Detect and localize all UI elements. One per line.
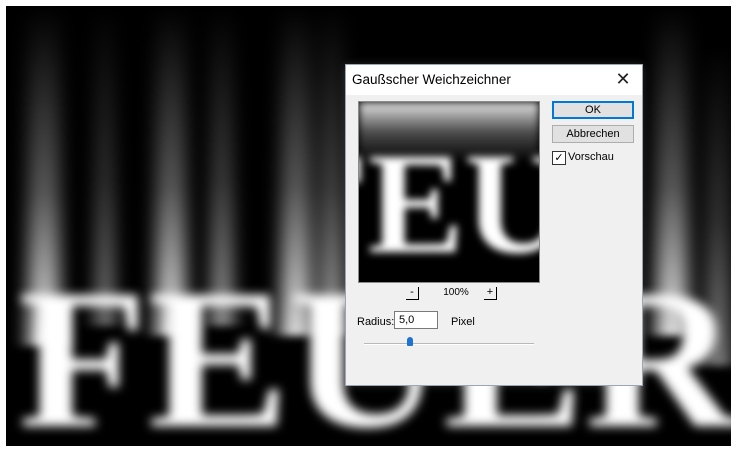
preview-text: FEUER	[359, 124, 539, 282]
zoom-in-button[interactable]: +	[484, 287, 497, 300]
preview-checkbox[interactable]: ✓	[552, 151, 566, 165]
preview-checkbox-label: Vorschau	[568, 151, 614, 163]
dialog-title: Gaußscher Weichzeichner	[352, 72, 511, 87]
radius-input[interactable]	[394, 311, 438, 329]
cancel-button[interactable]: Abbrechen	[552, 125, 634, 143]
preview-pane[interactable]: FEUER	[358, 101, 540, 283]
radius-label: Radius:	[357, 316, 395, 328]
checkmark-icon: ✓	[554, 151, 564, 164]
zoom-out-button[interactable]: -	[406, 287, 419, 300]
close-icon[interactable]: ✕	[610, 68, 636, 92]
dialog-title-bar[interactable]: Gaußscher Weichzeichner ✕	[346, 65, 642, 95]
radius-slider-thumb[interactable]	[406, 337, 413, 346]
gaussian-blur-dialog: Gaußscher Weichzeichner ✕ FEUER - 100% +…	[345, 64, 643, 386]
radius-slider-track[interactable]	[364, 343, 534, 345]
ok-button[interactable]: OK	[552, 101, 634, 119]
zoom-value: 100%	[443, 287, 469, 298]
radius-unit-label: Pixel	[451, 316, 475, 328]
preview-image: FEUER	[359, 102, 539, 282]
